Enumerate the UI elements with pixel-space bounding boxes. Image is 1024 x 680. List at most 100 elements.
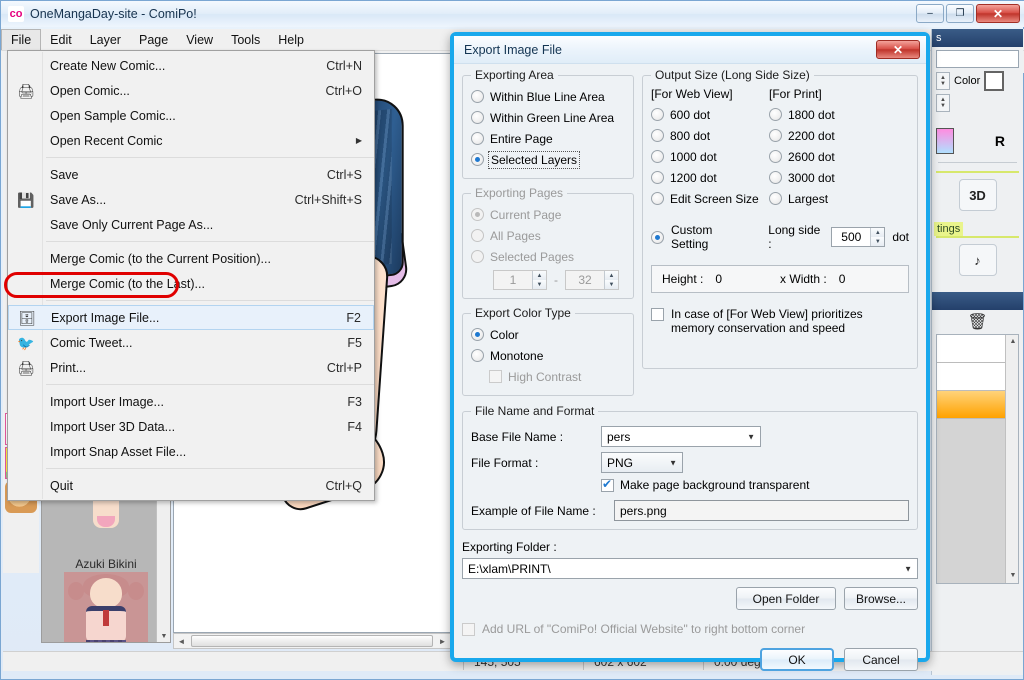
minimize-button[interactable]: – [916, 4, 944, 23]
canvas-horizontal-scrollbar[interactable]: ◄ ► [173, 633, 451, 649]
menu-item-print[interactable]: 🖨 Print... Ctrl+P [8, 355, 374, 380]
radio-icon[interactable] [769, 108, 782, 121]
menu-item-export-image-file[interactable]: 🗄 Export Image File... F2 [8, 305, 374, 330]
radio-largest[interactable]: Largest [769, 188, 879, 209]
menu-file[interactable]: File [1, 29, 42, 50]
radio-1000-dot[interactable]: 1000 dot [651, 146, 769, 167]
long-side-spinner[interactable]: 500 ▲ ▼ [831, 227, 886, 247]
scroll-right-arrow-icon[interactable]: ► [435, 637, 450, 646]
dialog-close-button[interactable]: ✕ [876, 40, 920, 59]
radio-color[interactable]: Color [471, 324, 625, 345]
radio-icon[interactable] [651, 108, 664, 121]
menu-item-save-as[interactable]: 💾 Save As... Ctrl+Shift+S [8, 187, 374, 212]
radio-3000-dot[interactable]: 3000 dot [769, 167, 879, 188]
color-swatch[interactable] [984, 71, 1005, 91]
gradient-swatch[interactable] [936, 128, 954, 154]
radio-icon[interactable] [769, 171, 782, 184]
panel-text-field[interactable] [936, 50, 1019, 68]
radio-icon[interactable] [471, 349, 484, 362]
menu-item-import-snap-asset-file[interactable]: Import Snap Asset File... [8, 439, 374, 464]
trash-icon[interactable]: 🗑 [932, 310, 1023, 334]
radio-icon[interactable] [769, 192, 782, 205]
menu-item-merge-comic-last[interactable]: Merge Comic (to the Last)... [8, 271, 374, 296]
menu-item-save[interactable]: Save Ctrl+S [8, 162, 374, 187]
radio-icon[interactable] [471, 90, 484, 103]
base-file-name-combo[interactable]: pers ▼ [601, 426, 761, 447]
radio-1800-dot[interactable]: 1800 dot [769, 104, 879, 125]
menu-item-save-only-current-page-as[interactable]: Save Only Current Page As... [8, 212, 374, 237]
scroll-left-arrow-icon[interactable]: ◄ [174, 637, 189, 646]
radio-within-green-line-area[interactable]: Within Green Line Area [471, 107, 625, 128]
value-spinner-2[interactable]: ▲ ▼ [936, 94, 950, 112]
radio-icon[interactable] [471, 153, 484, 166]
maximize-button[interactable]: ❐ [946, 4, 974, 23]
menu-item-merge-comic-current-position[interactable]: Merge Comic (to the Current Position)... [8, 246, 374, 271]
file-menu-popup[interactable]: Create New Comic... Ctrl+N 🖨 Open Comic.… [7, 50, 375, 501]
3d-button[interactable]: 3D [958, 179, 997, 211]
open-folder-button[interactable]: Open Folder [736, 587, 836, 610]
checkbox-make-background-transparent[interactable]: Make page background transparent [601, 477, 909, 492]
menu-view[interactable]: View [177, 29, 222, 50]
radio-monotone[interactable]: Monotone [471, 345, 625, 366]
menu-item-open-sample-comic[interactable]: Open Sample Comic... [8, 103, 374, 128]
menu-item-open-comic[interactable]: 🖨 Open Comic... Ctrl+O [8, 78, 374, 103]
radio-icon[interactable] [471, 111, 484, 124]
cancel-button[interactable]: Cancel [844, 648, 918, 671]
scroll-down-arrow-icon[interactable]: ▼ [157, 630, 170, 642]
radio-entire-page[interactable]: Entire Page [471, 128, 625, 149]
value-spinner-1[interactable]: ▲ ▼ [936, 72, 950, 90]
checkbox-icon[interactable] [601, 477, 614, 492]
menu-item-comic-tweet[interactable]: 🐦 Comic Tweet... F5 [8, 330, 374, 355]
character-thumbnail-1[interactable] [64, 572, 148, 642]
pose-button[interactable]: ♪ [958, 244, 997, 276]
menu-item-import-user-3d-data[interactable]: Import User 3D Data... F4 [8, 414, 374, 439]
file-format-combo[interactable]: PNG ▼ [601, 452, 683, 473]
radio-icon[interactable] [471, 132, 484, 145]
spinner-buttons[interactable]: ▲ ▼ [870, 228, 885, 246]
chevron-down-icon[interactable]: ▼ [747, 432, 755, 441]
layer-list-scrollbar[interactable]: ▲ ▼ [1005, 335, 1018, 583]
layer-list[interactable]: ▲ ▼ [936, 334, 1019, 584]
radio-800-dot[interactable]: 800 dot [651, 125, 769, 146]
radio-within-blue-line-area[interactable]: Within Blue Line Area [471, 86, 625, 107]
menu-layer[interactable]: Layer [81, 29, 130, 50]
menu-item-open-recent-comic[interactable]: Open Recent Comic ▶ [8, 128, 374, 153]
close-button[interactable]: ✕ [976, 4, 1020, 23]
radio-custom-setting-icon[interactable] [651, 230, 664, 244]
radio-icon[interactable] [769, 150, 782, 163]
exporting-folder-combo[interactable]: E:\xlam\PRINT\ ▼ [462, 558, 918, 579]
reset-icon[interactable]: R [995, 133, 1005, 149]
menu-item-import-user-image[interactable]: Import User Image... F3 [8, 389, 374, 414]
radio-icon[interactable] [651, 171, 664, 184]
radio-selected-layers[interactable]: Selected Layers [471, 149, 625, 170]
radio-edit-screen-size[interactable]: Edit Screen Size [651, 188, 769, 209]
menu-help[interactable]: Help [269, 29, 313, 50]
radio-icon[interactable] [471, 328, 484, 341]
checkbox-icon[interactable] [651, 308, 664, 321]
checkbox-memory-conservation[interactable]: In case of [For Web View] prioritizes me… [651, 307, 909, 335]
radio-600-dot[interactable]: 600 dot [651, 104, 769, 125]
chevron-down-icon[interactable]: ▼ [904, 564, 912, 573]
menu-tools[interactable]: Tools [222, 29, 269, 50]
export-image-file-dialog[interactable]: Export Image File ✕ Exporting Area Withi… [450, 32, 930, 671]
chevron-down-icon[interactable]: ▼ [669, 458, 677, 467]
scroll-up-arrow-icon[interactable]: ▲ [1006, 335, 1018, 349]
scroll-down-arrow-icon[interactable]: ▼ [1006, 569, 1018, 583]
radio-icon[interactable] [769, 129, 782, 142]
radio-icon[interactable] [651, 150, 664, 163]
radio-2600-dot[interactable]: 2600 dot [769, 146, 879, 167]
spinner-up-icon[interactable]: ▲ [871, 228, 885, 237]
browse-button[interactable]: Browse... [844, 587, 918, 610]
scroll-thumb[interactable] [191, 635, 433, 647]
menu-item-quit[interactable]: Quit Ctrl+Q [8, 473, 374, 498]
radio-1200-dot[interactable]: 1200 dot [651, 167, 769, 188]
radio-2200-dot[interactable]: 2200 dot [769, 125, 879, 146]
long-side-value[interactable]: 500 [832, 228, 870, 246]
menu-edit[interactable]: Edit [41, 29, 81, 50]
ok-button[interactable]: OK [760, 648, 834, 671]
radio-icon[interactable] [651, 192, 664, 205]
radio-icon[interactable] [651, 129, 664, 142]
menu-page[interactable]: Page [130, 29, 177, 50]
spinner-down-icon[interactable]: ▼ [871, 237, 885, 246]
menu-item-create-new-comic[interactable]: Create New Comic... Ctrl+N [8, 53, 374, 78]
